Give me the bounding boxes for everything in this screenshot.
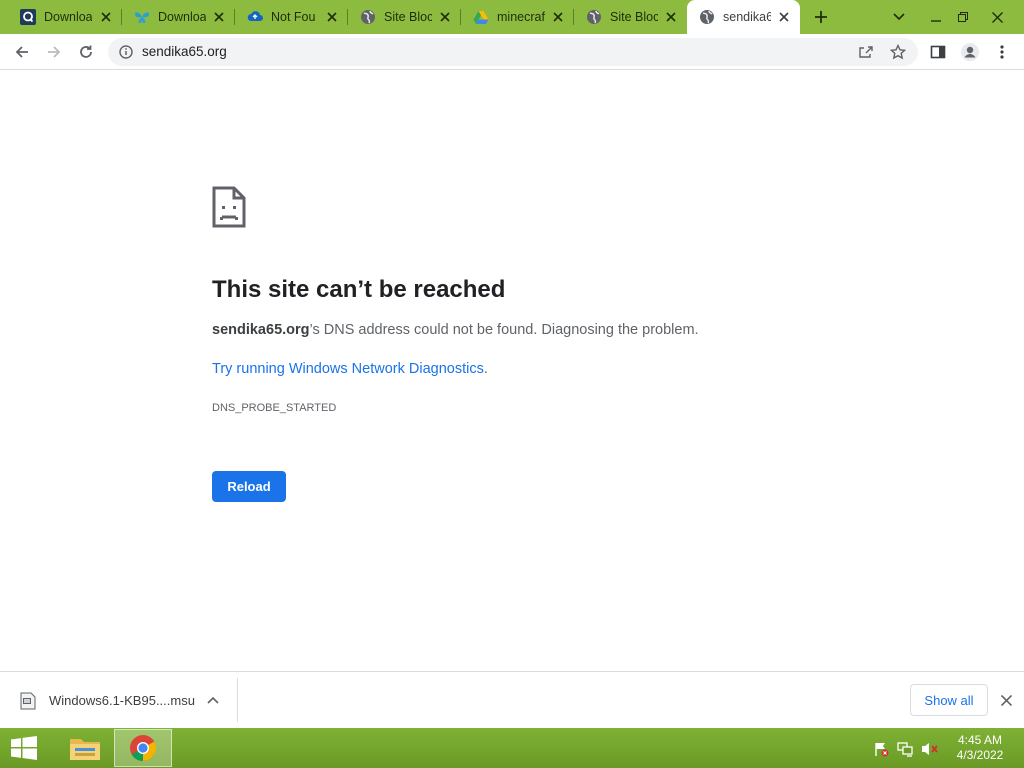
file-icon [20, 692, 36, 710]
tab-3[interactable]: Not Fou [235, 0, 348, 34]
tab-title: minecraf [497, 10, 545, 24]
tab-7-active[interactable]: sendika6 [687, 0, 800, 34]
diagnostics-link-suffix: . [483, 361, 488, 377]
tab-2[interactable]: Downloa [122, 0, 235, 34]
tab-1[interactable]: Downloa [8, 0, 122, 34]
refresh-button[interactable] [74, 40, 98, 64]
back-button[interactable] [10, 40, 34, 64]
close-download-bar-icon[interactable] [998, 692, 1014, 708]
bookmark-star-icon[interactable] [888, 42, 908, 62]
tab-title: Not Fou [271, 10, 316, 24]
drive-icon [473, 9, 489, 25]
cloud-icon [247, 9, 263, 25]
close-icon[interactable] [776, 9, 792, 25]
globe-icon [586, 9, 602, 25]
info-icon[interactable] [118, 44, 134, 60]
window-close-button[interactable] [982, 0, 1012, 34]
windows-start-icon[interactable] [8, 734, 40, 762]
error-host: sendika65.org [212, 322, 310, 338]
close-icon[interactable] [324, 9, 340, 25]
volume-muted-icon[interactable] [921, 740, 939, 758]
close-icon[interactable] [211, 9, 227, 25]
tab-4[interactable]: Site Block [348, 0, 461, 34]
chevron-up-icon[interactable] [205, 692, 221, 708]
tab-title: sendika6 [723, 10, 771, 24]
tab-title: Site Block [610, 10, 658, 24]
minimize-button[interactable] [922, 0, 950, 34]
taskbar-clock[interactable]: 4:45 AM 4/3/2022 [950, 733, 1010, 763]
diagnostics-link-row: Try running Windows Network Diagnostics. [212, 361, 488, 377]
action-center-flag-icon[interactable] [872, 740, 890, 758]
url-text[interactable]: sendika65.org [142, 44, 227, 59]
close-icon[interactable] [663, 9, 679, 25]
address-bar[interactable]: sendika65.org [108, 38, 918, 66]
chrome-taskbar-icon[interactable] [114, 729, 172, 767]
forward-button[interactable] [42, 40, 66, 64]
close-icon[interactable] [437, 9, 453, 25]
tab-6[interactable]: Site Block [574, 0, 687, 34]
sad-page-icon [212, 186, 246, 228]
clock-time: 4:45 AM [957, 733, 1003, 747]
butterfly-icon [134, 9, 150, 25]
browser-toolbar: sendika65.org [0, 34, 1024, 70]
restore-button[interactable] [950, 0, 976, 34]
network-icon[interactable] [897, 740, 915, 758]
globe-icon [699, 9, 715, 25]
tab-5[interactable]: minecraf [461, 0, 574, 34]
clock-date: 4/3/2022 [956, 748, 1004, 762]
tab-strip: Downloa Downloa Not Fou Site Block minec… [0, 0, 1024, 34]
error-message: sendika65.org’s DNS address could not be… [212, 322, 699, 338]
show-all-button[interactable]: Show all [910, 684, 988, 716]
windows-taskbar: 4:45 AM 4/3/2022 [0, 728, 1024, 768]
error-message-text: ’s DNS address could not be found. Diagn… [309, 322, 699, 338]
reload-button[interactable]: Reload [212, 471, 286, 502]
diagnostics-link[interactable]: Try running Windows Network Diagnostics [212, 361, 484, 377]
file-explorer-icon[interactable] [56, 729, 114, 767]
error-code: DNS_PROBE_STARTED [212, 402, 337, 414]
close-icon[interactable] [98, 9, 114, 25]
menu-kebab-icon[interactable] [990, 40, 1014, 64]
tab-title: Site Block [384, 10, 432, 24]
new-tab-button[interactable] [810, 6, 832, 28]
share-icon[interactable] [856, 42, 876, 62]
tab-title: Downloa [44, 10, 92, 24]
download-file-name[interactable]: Windows6.1-KB95....msu [49, 693, 195, 708]
side-panel-icon[interactable] [926, 40, 950, 64]
error-title: This site can’t be reached [212, 276, 506, 303]
profile-avatar-icon[interactable] [958, 40, 982, 64]
download-divider [237, 678, 238, 722]
download-bar: Windows6.1-KB95....msu Show all [0, 671, 1024, 728]
close-icon[interactable] [550, 9, 566, 25]
tab-title: Downloa [158, 10, 206, 24]
tab-search-button[interactable] [886, 0, 912, 34]
q-logo-icon [20, 9, 36, 25]
globe-icon [360, 9, 376, 25]
